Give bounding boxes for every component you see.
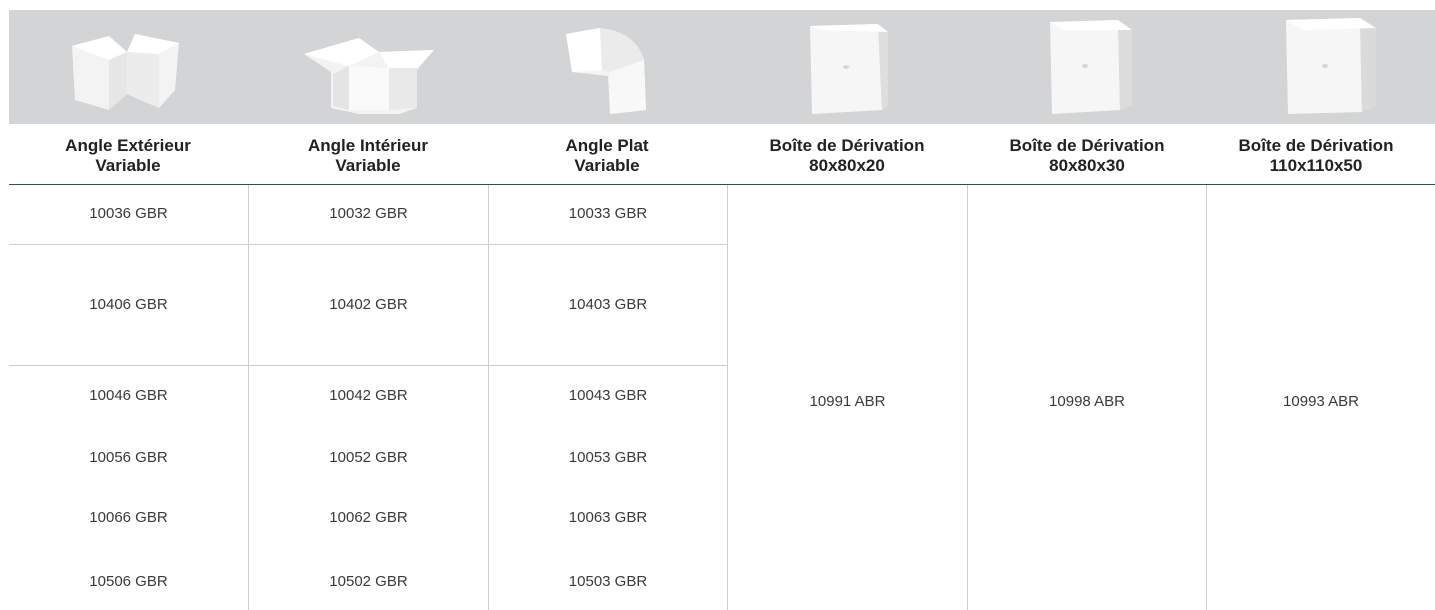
merged-cell: 10993 ABR [1283, 393, 1359, 410]
table-cell: 10402 GBR [329, 296, 408, 313]
header-line-2: Variable [335, 156, 401, 175]
table-cell: 10056 GBR [89, 449, 168, 466]
merged-cell: 10998 ABR [1049, 393, 1125, 410]
row-divider [9, 244, 727, 245]
merged-cell: 10991 ABR [809, 393, 886, 410]
table-cell: 10046 GBR [89, 387, 168, 404]
header-line-2: 80x80x20 [809, 156, 885, 175]
table-cell: 10503 GBR [568, 573, 648, 590]
column-header: Boîte de Dérivation 110x110x50 [1197, 136, 1435, 182]
table-cell: 10506 GBR [89, 573, 168, 590]
table-cell: 10043 GBR [568, 387, 648, 404]
header-line-1: Boîte de Dérivation [769, 136, 925, 155]
column-header: Boîte de Dérivation 80x80x30 [968, 136, 1206, 182]
column-header: Angle Plat Variable [488, 136, 726, 182]
table-cell: 10406 GBR [89, 296, 168, 313]
external-angle-icon [9, 10, 247, 124]
table-cell: 10063 GBR [568, 509, 648, 526]
flat-angle-icon [488, 10, 726, 124]
column-header: Angle Intérieur Variable [249, 136, 487, 182]
table-cell: 10502 GBR [329, 573, 408, 590]
header-line-1: Boîte de Dérivation [1009, 136, 1165, 155]
header-divider [9, 184, 1435, 185]
table-cell: 10403 GBR [568, 296, 648, 313]
header-line-1: Angle Extérieur [65, 136, 191, 155]
column-header: Boîte de Dérivation 80x80x20 [728, 136, 966, 182]
table-cell: 10053 GBR [568, 449, 648, 466]
column-header: Angle Extérieur Variable [9, 136, 247, 182]
internal-angle-icon [249, 10, 487, 124]
header-line-2: Variable [95, 156, 161, 175]
header-line-1: Angle Plat [565, 136, 649, 155]
table-cell: 10066 GBR [89, 509, 168, 526]
row-divider [9, 365, 727, 366]
product-image-band [9, 10, 1435, 124]
header-line-2: 80x80x30 [1049, 156, 1125, 175]
junction-box-icon [968, 10, 1206, 124]
header-line-2: 110x110x50 [1269, 156, 1363, 175]
junction-box-icon [728, 10, 966, 124]
header-line-2: Variable [574, 156, 640, 175]
table-cell: 10036 GBR [89, 205, 168, 222]
table-cell: 10062 GBR [329, 509, 408, 526]
table-cell: 10033 GBR [568, 205, 648, 222]
table-cell: 10032 GBR [329, 205, 408, 222]
junction-box-icon [1208, 10, 1435, 124]
header-line-1: Boîte de Dérivation [1238, 136, 1394, 155]
table-cell: 10042 GBR [329, 387, 408, 404]
header-line-1: Angle Intérieur [308, 136, 428, 155]
table-cell: 10052 GBR [329, 449, 408, 466]
